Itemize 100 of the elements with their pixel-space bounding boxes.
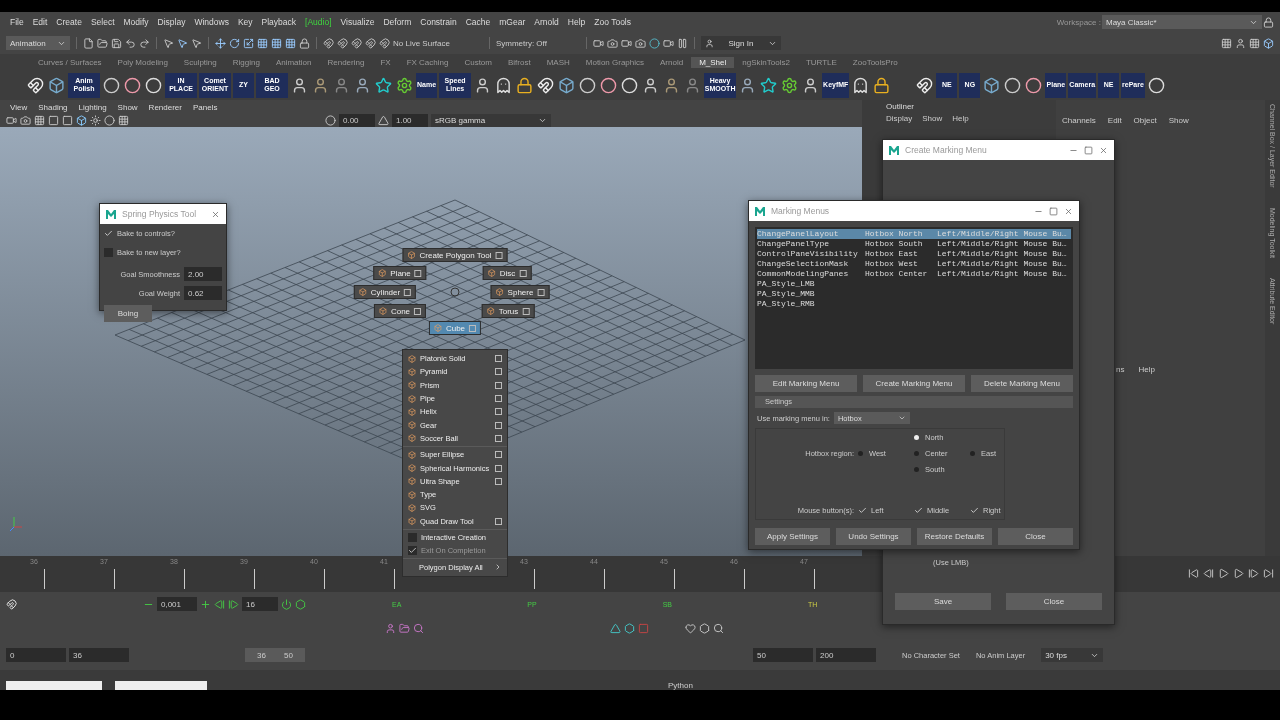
search-icon[interactable] — [413, 622, 424, 634]
option-box[interactable] — [537, 288, 545, 296]
menu-item[interactable]: Create — [52, 17, 86, 27]
boing-button[interactable]: Boing — [104, 305, 152, 322]
checkbox[interactable] — [970, 505, 979, 515]
radio-button[interactable] — [914, 466, 919, 472]
cube-icon[interactable] — [1263, 37, 1274, 49]
select-icon[interactable] — [163, 37, 174, 49]
shelf-tab[interactable]: Animation — [267, 56, 320, 68]
select-icon[interactable] — [177, 37, 188, 49]
folder-icon[interactable] — [399, 622, 410, 634]
magnet-icon[interactable] — [365, 37, 376, 49]
shelf-tab[interactable]: Sculpting — [175, 56, 225, 68]
menu-set-dropdown[interactable]: Animation — [6, 36, 70, 50]
action-button[interactable]: Delete Marking Menu — [971, 374, 1073, 392]
dialog-button[interactable]: Restore Defaults — [917, 528, 992, 545]
list-row[interactable]: ChangeSelectionMask Hotbox West Left/Middle/Right Mouse Bu… — [757, 259, 1071, 269]
list-row[interactable]: PA_Style_MMB — [757, 289, 1071, 299]
option-box[interactable] — [495, 381, 502, 389]
command-language-label[interactable]: Python — [668, 681, 693, 690]
layer-editor-menu[interactable]: Help — [1138, 365, 1155, 374]
shelf-tab[interactable]: FX Caching — [398, 56, 457, 68]
marking-menu-item[interactable]: Sphere — [490, 285, 550, 299]
shelf-tab[interactable]: ngSkinTools2 — [734, 56, 798, 68]
step-field[interactable]: 0,001 — [157, 597, 197, 611]
panel-menu[interactable]: Panels — [188, 102, 222, 112]
dialog-button[interactable]: Undo Settings — [836, 528, 911, 545]
outliner-menu[interactable]: Display — [886, 114, 913, 123]
heart-icon[interactable] — [685, 622, 696, 634]
end-frame-field[interactable]: 200 — [816, 648, 876, 662]
marking-menu-item[interactable]: Cone — [373, 304, 427, 318]
list-row[interactable]: PA_Style_RMB — [757, 299, 1071, 309]
radio-button[interactable] — [858, 450, 863, 456]
menu-item[interactable]: Visualize — [336, 17, 379, 27]
checkbox[interactable] — [858, 505, 867, 515]
move-icon[interactable] — [215, 37, 226, 49]
marking-menu-item[interactable]: Cylinder — [353, 285, 417, 299]
shelf-tab[interactable]: Rigging — [224, 56, 268, 68]
channel-box-menu[interactable]: Edit — [1107, 116, 1122, 125]
list-row[interactable]: ControlPaneVisibility Hotbox East Left/Middle/Right Mouse Bu… — [757, 249, 1071, 259]
menu-item[interactable]: Help — [563, 17, 590, 27]
option-box[interactable] — [519, 269, 527, 277]
shelf-tab[interactable]: M_Shel — [691, 56, 735, 68]
menu-item[interactable]: mGear — [495, 17, 530, 27]
layout-icon[interactable] — [1221, 37, 1232, 49]
sphere-icon[interactable] — [104, 115, 115, 126]
figure-icon[interactable] — [1235, 37, 1246, 49]
magnet-icon[interactable] — [379, 37, 390, 49]
channel-box-menu[interactable]: Object — [1133, 116, 1157, 125]
option-box[interactable] — [414, 307, 422, 315]
shelf-tab[interactable]: Custom — [456, 56, 500, 68]
shelf-tab[interactable]: Motion Graphics — [577, 56, 653, 68]
menu-item[interactable]: Cache — [461, 17, 495, 27]
value-field[interactable]: 0.62 — [184, 286, 222, 300]
hexagon-icon[interactable] — [295, 598, 306, 610]
option-box[interactable] — [495, 355, 502, 363]
open-folder-icon[interactable] — [97, 37, 108, 49]
marking-menu-item[interactable]: Create Polygon Tool — [402, 248, 508, 262]
marking-menu-item[interactable]: Disc — [482, 266, 532, 280]
panel-menu[interactable]: Shading — [34, 102, 72, 112]
option-box[interactable] — [495, 408, 502, 416]
option-box[interactable] — [414, 269, 422, 277]
menu-item[interactable]: Windows — [190, 17, 233, 27]
lock-icon[interactable] — [1263, 16, 1274, 28]
radio-button[interactable] — [914, 434, 919, 440]
cube-icon[interactable] — [76, 115, 87, 126]
search-icon[interactable] — [713, 622, 724, 634]
option-box[interactable] — [495, 395, 502, 403]
checkbox[interactable] — [104, 229, 113, 238]
menu-item[interactable]: Key — [233, 17, 257, 27]
panel-menu[interactable]: Renderer — [144, 102, 186, 112]
channel-box-menu[interactable]: Channels — [1062, 116, 1096, 125]
menu-item[interactable]: Zoo Tools — [590, 17, 635, 27]
new-file-icon[interactable] — [83, 37, 94, 49]
option-box[interactable] — [495, 368, 502, 376]
light-icon[interactable] — [90, 115, 101, 126]
list-row[interactable]: CommonModelingPanes Hotbox Center Left/Middle/Right Mouse Bu… — [757, 269, 1071, 279]
skip-back-icon[interactable] — [1188, 568, 1199, 579]
fps-dropdown[interactable]: 30 fps — [1041, 648, 1104, 662]
shelf-tab[interactable]: ZooToolsPro — [844, 56, 906, 68]
time-range-bar[interactable]: 36 50 — [245, 648, 305, 662]
option-box[interactable] — [495, 251, 503, 259]
magnet-icon[interactable] — [323, 37, 334, 49]
step-forward-icon[interactable] — [228, 598, 239, 610]
camera-icon[interactable] — [20, 115, 31, 126]
step-back-icon[interactable] — [1203, 568, 1214, 579]
shelf-tab[interactable]: FX — [372, 56, 399, 68]
panel-menu[interactable]: Show — [113, 102, 142, 112]
shelf-tab[interactable]: Bifrost — [500, 56, 539, 68]
symmetry-label[interactable]: Symmetry: Off — [495, 38, 547, 48]
marking-menu-item[interactable]: Torus — [481, 304, 535, 318]
menu-item[interactable]: Constrain — [416, 17, 461, 27]
layout-icon[interactable] — [1249, 37, 1260, 49]
pause-icon[interactable] — [676, 37, 688, 49]
list-row[interactable]: ChangePanelType Hotbox South Left/Middle/Right Mouse Bu… — [757, 239, 1071, 249]
play-icon[interactable] — [1233, 568, 1244, 579]
hexagon-icon[interactable] — [624, 622, 635, 634]
step-forward-icon[interactable] — [1248, 568, 1259, 579]
grid-icon[interactable] — [118, 115, 129, 126]
camera-icon[interactable] — [6, 115, 17, 126]
